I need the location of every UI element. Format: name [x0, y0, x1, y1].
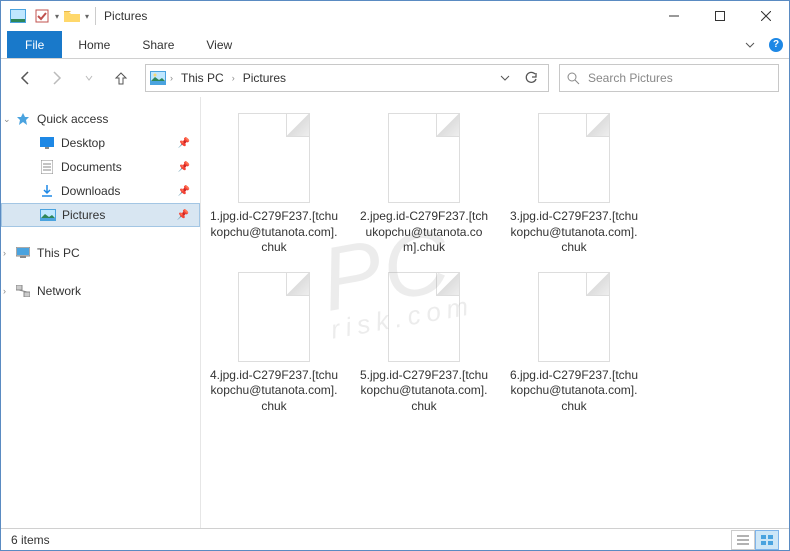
tab-home[interactable]: Home [62, 31, 126, 58]
file-icon [538, 272, 610, 362]
file-list[interactable]: 1.jpg.id-C279F237.[tchukopchu@tutanota.c… [201, 97, 789, 530]
status-bar: 6 items [1, 528, 789, 550]
breadcrumb-this-pc[interactable]: This PC [177, 71, 228, 85]
folder-icon [61, 5, 83, 27]
file-name: 3.jpg.id-C279F237.[tchukopchu@tutanota.c… [509, 209, 639, 256]
pin-icon: 📌 [177, 210, 189, 221]
picture-icon [40, 207, 56, 223]
network-icon [15, 283, 31, 299]
file-icon [538, 113, 610, 203]
sidebar-item-documents[interactable]: Documents 📌 [1, 155, 200, 179]
sidebar-item-label: Downloads [61, 184, 120, 198]
pin-icon: 📌 [178, 138, 190, 149]
close-button[interactable] [743, 1, 789, 31]
address-bar[interactable]: › This PC › Pictures [145, 64, 549, 92]
sidebar-item-desktop[interactable]: Desktop 📌 [1, 131, 200, 155]
address-drop-icon[interactable] [492, 65, 518, 91]
chevron-right-icon[interactable]: › [232, 73, 235, 83]
computer-icon [15, 245, 31, 261]
file-item[interactable]: 4.jpg.id-C279F237.[tchukopchu@tutanota.c… [209, 272, 339, 415]
details-view-button[interactable] [731, 530, 755, 550]
title-bar: ▾ ▾ Pictures [1, 1, 789, 31]
search-placeholder: Search Pictures [588, 71, 673, 85]
star-icon [15, 111, 31, 127]
pin-icon: 📌 [178, 162, 190, 173]
window-title: Pictures [104, 9, 147, 23]
sidebar-item-label: Network [37, 284, 81, 298]
file-tab[interactable]: File [7, 31, 62, 58]
breadcrumb-pictures[interactable]: Pictures [239, 71, 290, 85]
quick-access-header[interactable]: ⌄ Quick access [1, 107, 200, 131]
refresh-button[interactable] [518, 65, 544, 91]
download-icon [39, 183, 55, 199]
item-count: 6 items [11, 533, 50, 547]
recent-drop-icon[interactable] [75, 64, 103, 92]
file-name: 1.jpg.id-C279F237.[tchukopchu@tutanota.c… [209, 209, 339, 256]
sidebar-item-network[interactable]: › Network [1, 279, 200, 303]
separator [95, 7, 96, 25]
help-icon: ? [769, 38, 783, 52]
ribbon: File Home Share View ? [1, 31, 789, 59]
file-item[interactable]: 2.jpeg.id-C279F237.[tchukopchu@tutanota.… [359, 113, 489, 256]
pictures-breadcrumb-icon [150, 70, 166, 86]
search-input[interactable]: Search Pictures [559, 64, 779, 92]
file-name: 2.jpeg.id-C279F237.[tchukopchu@tutanota.… [359, 209, 489, 256]
expand-ribbon-icon[interactable] [737, 31, 763, 58]
sidebar-item-label: Documents [61, 160, 122, 174]
back-button[interactable] [11, 64, 39, 92]
quick-access-toolbar: ▾ ▾ Pictures [7, 5, 147, 27]
minimize-button[interactable] [651, 1, 697, 31]
forward-button[interactable] [43, 64, 71, 92]
address-bar-row: › This PC › Pictures Search Pictures [1, 59, 789, 97]
file-item[interactable]: 1.jpg.id-C279F237.[tchukopchu@tutanota.c… [209, 113, 339, 256]
file-item[interactable]: 3.jpg.id-C279F237.[tchukopchu@tutanota.c… [509, 113, 639, 256]
sidebar-item-label: Pictures [62, 208, 105, 222]
file-icon [238, 272, 310, 362]
file-item[interactable]: 6.jpg.id-C279F237.[tchukopchu@tutanota.c… [509, 272, 639, 415]
tab-share[interactable]: Share [126, 31, 190, 58]
file-name: 4.jpg.id-C279F237.[tchukopchu@tutanota.c… [209, 368, 339, 415]
window-controls [651, 1, 789, 31]
quick-access-label: Quick access [37, 112, 108, 126]
up-button[interactable] [107, 64, 135, 92]
file-name: 6.jpg.id-C279F237.[tchukopchu@tutanota.c… [509, 368, 639, 415]
icons-view-button[interactable] [755, 530, 779, 550]
file-icon [238, 113, 310, 203]
sidebar-item-downloads[interactable]: Downloads 📌 [1, 179, 200, 203]
folder-drop-icon[interactable]: ▾ [85, 12, 89, 21]
qat-drop-icon[interactable]: ▾ [55, 12, 59, 21]
file-name: 5.jpg.id-C279F237.[tchukopchu@tutanota.c… [359, 368, 489, 415]
chevron-right-icon[interactable]: › [170, 73, 173, 83]
sidebar-item-label: Desktop [61, 136, 105, 150]
qat-properties[interactable] [31, 5, 53, 27]
sidebar-item-pictures[interactable]: Pictures 📌 [1, 203, 200, 227]
help-button[interactable]: ? [763, 31, 789, 58]
file-item[interactable]: 5.jpg.id-C279F237.[tchukopchu@tutanota.c… [359, 272, 489, 415]
expand-icon[interactable]: › [3, 286, 6, 296]
search-icon [566, 71, 580, 85]
file-icon [388, 272, 460, 362]
maximize-button[interactable] [697, 1, 743, 31]
sidebar-item-this-pc[interactable]: › This PC [1, 241, 200, 265]
document-icon [39, 159, 55, 175]
tab-view[interactable]: View [190, 31, 248, 58]
pin-icon: 📌 [178, 186, 190, 197]
sidebar-item-label: This PC [37, 246, 80, 260]
app-icon[interactable] [7, 5, 29, 27]
expand-icon[interactable]: › [3, 248, 6, 258]
content-area: ⌄ Quick access Desktop 📌 Documents 📌 Dow… [1, 97, 789, 530]
desktop-icon [39, 135, 55, 151]
expand-icon[interactable]: ⌄ [3, 114, 11, 125]
file-icon [388, 113, 460, 203]
navigation-pane: ⌄ Quick access Desktop 📌 Documents 📌 Dow… [1, 97, 201, 530]
